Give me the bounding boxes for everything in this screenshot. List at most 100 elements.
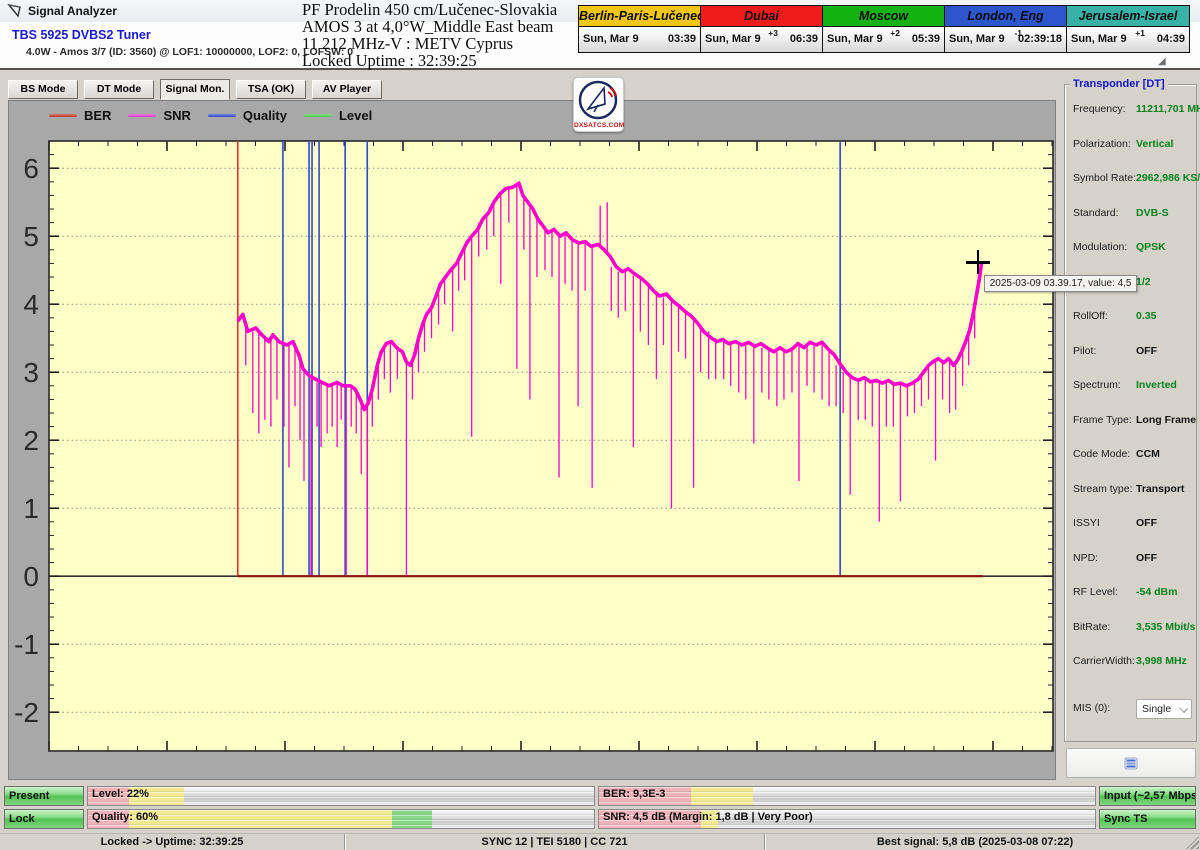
clock-city-label: Jerusalem-Israel <box>1067 6 1189 27</box>
transponder-row: Polarization:Vertical <box>1073 138 1193 152</box>
transponder-value: 1/2 <box>1136 276 1151 288</box>
tab-signal-mon-[interactable]: Signal Mon. <box>160 79 230 100</box>
svg-text:-1: -1 <box>14 629 39 660</box>
transponder-label: NPD: <box>1073 552 1098 564</box>
signal-bar-ber: BER: 9,3E-3 <box>598 786 1096 806</box>
clock-city-label: Berlin-Paris-Lučenec <box>579 6 700 27</box>
signal-bar-level: Level: 22% <box>87 786 595 806</box>
transponder-row: Frame Type: Long Frame <box>1073 414 1193 428</box>
mis-dropdown[interactable]: Single <box>1136 699 1192 719</box>
clock-date: Sun, Mar 9 <box>949 33 1005 45</box>
transponder-value: QPSK <box>1136 241 1166 253</box>
transponder-row: Frequency:11211,701 MHz <box>1073 103 1193 117</box>
tab-dt-mode[interactable]: DT Mode <box>84 80 154 99</box>
logo-text: DXSATCS.COM <box>574 122 623 129</box>
transponder-value: OFF <box>1136 345 1157 357</box>
transponder-label: Modulation: <box>1073 241 1127 253</box>
transponder-label: Pilot: <box>1073 345 1096 357</box>
clock-utc-offset: +2 <box>890 28 900 38</box>
mis-label: MIS (0): <box>1073 702 1110 714</box>
svg-text:1: 1 <box>23 493 39 524</box>
station-description-line: PF Prodelin 450 cm/Lučenec-Slovakia <box>302 1 587 18</box>
transponder-label: CarrierWidth: <box>1073 655 1135 667</box>
clock-jerusalem-israel: Jerusalem-IsraelSun, Mar 9+104:39 <box>1067 6 1189 52</box>
statusbar-section: Locked -> Uptime: 32:39:25 <box>0 834 345 850</box>
transponder-label: ISSYI <box>1073 517 1100 529</box>
status-box-sync-ts: Sync TS <box>1099 809 1196 829</box>
transport-stream-button[interactable] <box>1066 748 1196 778</box>
svg-text:0: 0 <box>23 561 39 592</box>
transponder-row: ISSYI OFF <box>1073 517 1193 531</box>
transponder-label: Frame Type: <box>1073 414 1132 426</box>
clock-time: 03:39 <box>668 33 696 45</box>
svg-text:2: 2 <box>23 425 39 456</box>
window-title: Signal Analyzer <box>28 4 117 18</box>
clock-date: Sun, Mar 9 <box>1071 33 1127 45</box>
status-box-present: Present <box>4 786 84 806</box>
bar-label: BER: 9,3E-3 <box>603 788 665 800</box>
clock-moscow: MoscowSun, Mar 9+205:39 <box>823 6 945 52</box>
bar-texture <box>88 787 594 805</box>
clock-date: Sun, Mar 9 <box>827 33 883 45</box>
clock-grip-icon: ◢ <box>1158 56 1166 67</box>
svg-text:6: 6 <box>23 153 39 184</box>
transponder-row: NPD:OFF <box>1073 552 1193 566</box>
transponder-row: Modulation: QPSK <box>1073 241 1193 255</box>
transponder-row: Code Mode: CCM <box>1073 448 1193 462</box>
satellite-dish-icon <box>7 3 23 19</box>
transponder-label: Polarization: <box>1073 138 1131 150</box>
signal-bar-snr: SNR: 4,5 dB (Margin: 1,8 dB | Very Poor) <box>598 809 1096 829</box>
dxsatcs-logo: DXSATCS.COM <box>573 77 624 132</box>
transponder-label: RollOff: <box>1073 310 1108 322</box>
bar-texture <box>88 810 594 828</box>
transponder-row: Pilot: OFF <box>1073 345 1193 359</box>
signal-chart: -2 -1 0 1 2 3 4 5 6 <box>9 101 1055 779</box>
tab-bs-mode[interactable]: BS Mode <box>8 80 78 99</box>
mis-selected-value: Single <box>1142 703 1171 715</box>
svg-text:4: 4 <box>23 289 39 320</box>
clock-utc-offset: +1 <box>1135 28 1145 38</box>
station-description: PF Prodelin 450 cm/Lučenec-SlovakiaAMOS … <box>302 1 587 69</box>
svg-text:-2: -2 <box>14 697 39 728</box>
svg-text:3: 3 <box>23 357 39 388</box>
transponder-value: Transport <box>1136 483 1184 495</box>
transponder-label: Stream type: <box>1073 483 1133 495</box>
bar-texture <box>599 787 1095 805</box>
transponder-value: DVB-S <box>1136 207 1169 219</box>
station-description-line: 11 212 MHz-V : METV Cyprus <box>302 35 587 52</box>
transponder-label: Frequency: <box>1073 103 1126 115</box>
transponder-value: CCM <box>1136 448 1160 460</box>
transponder-row: Spectrum:Inverted <box>1073 379 1193 393</box>
clock-time: 06:39 <box>790 33 818 45</box>
stream-stack-icon <box>1124 757 1138 770</box>
transponder-value: 3,998 MHz <box>1136 655 1187 667</box>
station-description-line: Locked Uptime : 32:39:25 <box>302 52 587 69</box>
tab-av-player[interactable]: AV Player <box>312 80 382 99</box>
chevron-down-icon <box>1179 704 1188 713</box>
clock-city-label: London, Eng <box>945 6 1066 27</box>
transponder-value: 3,535 Mbit/s <box>1136 621 1196 633</box>
bar-label: Level: 22% <box>92 788 149 800</box>
transponder-label: RF Level: <box>1073 586 1118 598</box>
status-box-lock: Lock <box>4 809 84 829</box>
clock-utc-offset: +3 <box>768 28 778 38</box>
transponder-value: Long Frame <box>1136 414 1196 426</box>
statusbar-section: Best signal: 5,8 dB (2025-03-08 07:22) <box>765 834 1185 850</box>
tab-tsa-ok-[interactable]: TSA (OK) <box>236 80 306 99</box>
transponder-label: Standard: <box>1073 207 1119 219</box>
svg-text:5: 5 <box>23 221 39 252</box>
transponder-value: OFF <box>1136 517 1157 529</box>
transponder-row: BitRate:3,535 Mbit/s <box>1073 621 1193 635</box>
transponder-value: 2962,986 KS/s <box>1136 172 1200 184</box>
transponder-row: Symbol Rate:2962,986 KS/s <box>1073 172 1193 186</box>
statusbar-section: SYNC 12 | TEI 5180 | CC 721 <box>345 834 765 850</box>
transponder-label: Code Mode: <box>1073 448 1130 460</box>
clock-berlin-paris-lu-enec: Berlin-Paris-LučenecSun, Mar 903:39 <box>579 6 701 52</box>
bar-label: SNR: 4,5 dB (Margin: 1,8 dB | Very Poor) <box>603 811 813 823</box>
world-clocks: Berlin-Paris-LučenecSun, Mar 903:39Dubai… <box>578 5 1190 53</box>
clock-time: 02:39:18 <box>1018 33 1062 45</box>
transponder-label: Symbol Rate: <box>1073 172 1136 184</box>
clock-city-label: Dubai <box>701 6 822 27</box>
clock-city-label: Moscow <box>823 6 944 27</box>
transponder-panel-title: Transponder [DT] <box>1070 78 1168 90</box>
